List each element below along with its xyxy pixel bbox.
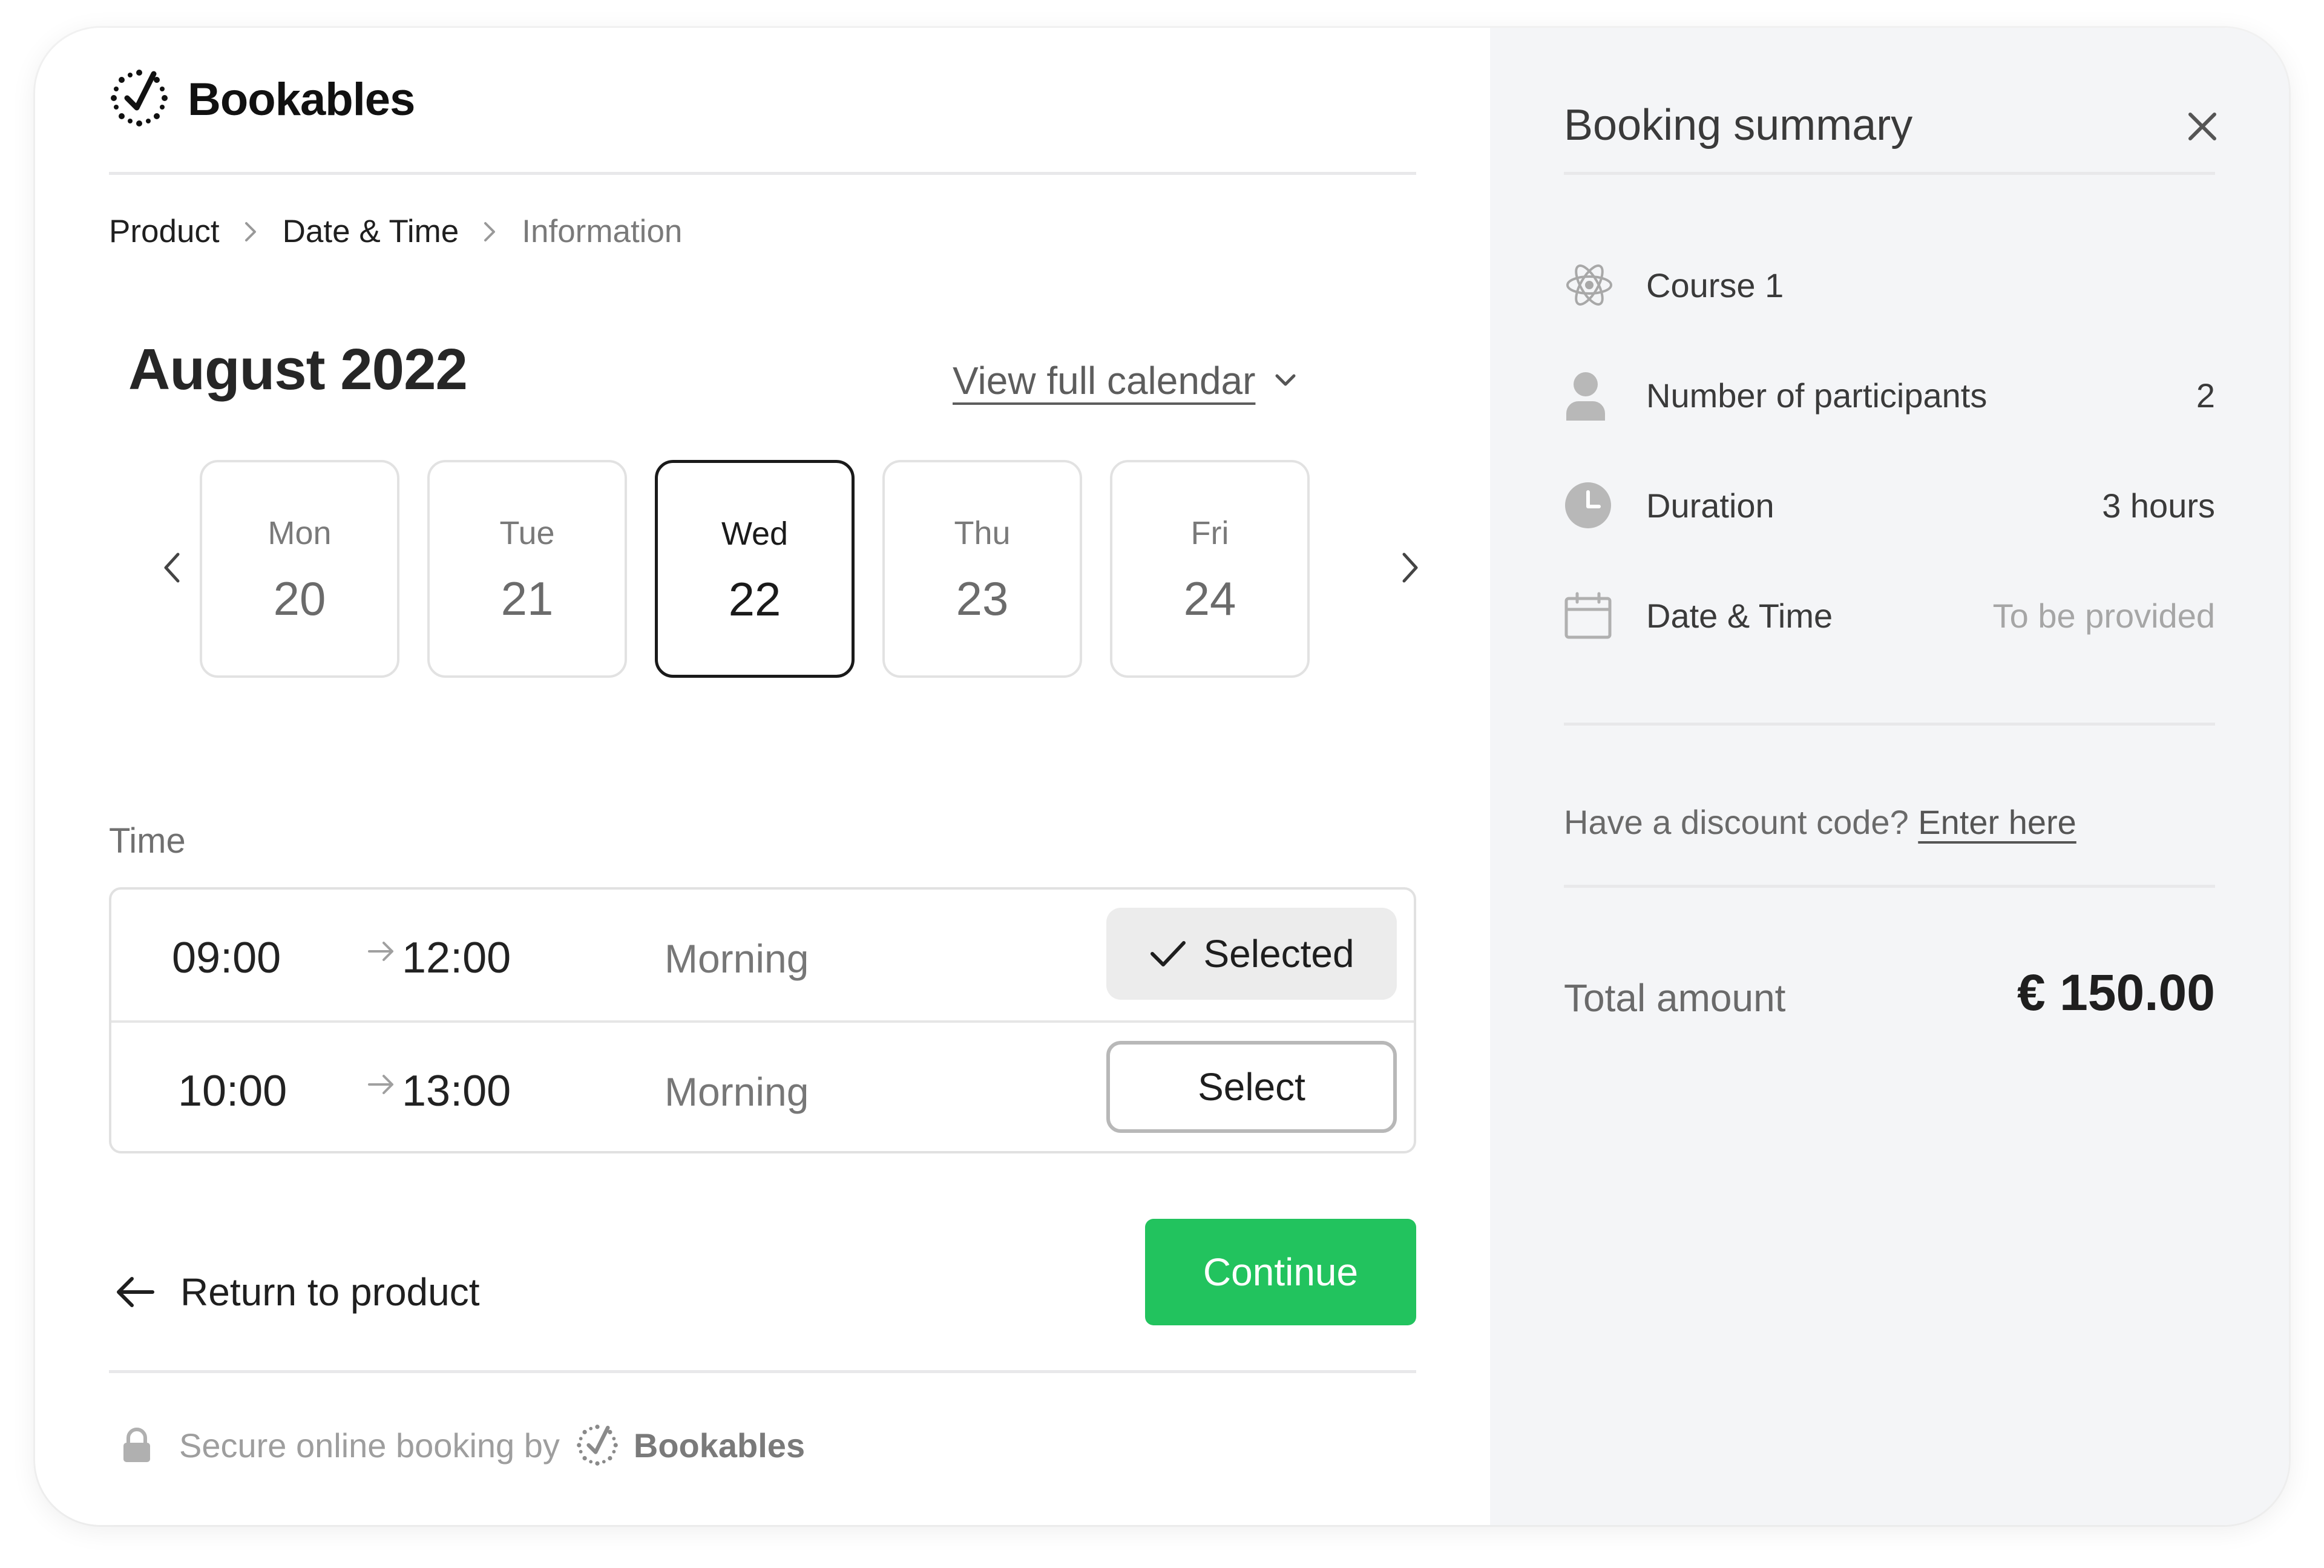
time-section-label: Time: [109, 821, 186, 861]
previous-days-button[interactable]: [148, 545, 196, 593]
day-number: 21: [501, 572, 554, 625]
day-weekday: Thu: [954, 515, 1011, 551]
footer-brand: Bookables: [633, 1426, 806, 1465]
enter-discount-link[interactable]: Enter here: [1918, 803, 2076, 841]
next-days-button[interactable]: [1386, 545, 1434, 593]
booking-card: Bookables Product Date & Time Informatio…: [35, 28, 2289, 1525]
summary-row-participants: Number of participants 2: [1564, 362, 2215, 428]
day-weekday: Tue: [499, 515, 555, 551]
chevron-right-icon: [482, 220, 499, 244]
discount-prompt-text: Have a discount code?: [1564, 803, 1909, 841]
day-number: 22: [728, 572, 781, 626]
summary-row-label: Course 1: [1646, 266, 1784, 304]
slot-button-label: Select: [1198, 1065, 1305, 1109]
summary-row-date-time: Date & Time To be provided: [1564, 582, 2215, 649]
day-weekday: Wed: [721, 516, 789, 552]
summary-row-label: Duration: [1646, 486, 1774, 525]
arrow-left-icon: [117, 1277, 154, 1307]
day-number: 24: [1183, 572, 1236, 625]
chevron-right-icon: [243, 220, 260, 244]
summary-row-label: Number of participants: [1646, 376, 1988, 415]
day-card-mon[interactable]: Mon 20: [200, 460, 399, 678]
time-slot-list: 09:00 12:00 Morning Selected 10:00 13:00…: [109, 887, 1416, 1153]
slot-end-time: 13:00: [402, 1067, 511, 1115]
day-number: 23: [956, 572, 1009, 625]
summary-row-value: To be provided: [1992, 596, 2215, 635]
summary-divider: [1564, 723, 2215, 726]
clock-icon: [1564, 481, 1616, 530]
day-card-wed-selected[interactable]: Wed 22: [655, 460, 855, 678]
header-divider: [109, 172, 1416, 175]
booking-summary-panel: Booking summary Course 1 Number of parti…: [1490, 28, 2289, 1525]
slot-period: Morning: [665, 936, 809, 981]
chevron-right-icon: [1399, 551, 1421, 588]
arrow-right-icon: [364, 934, 398, 971]
day-number: 20: [273, 572, 326, 625]
secure-booking-footer: Secure online booking by Bookables: [120, 1423, 805, 1467]
day-weekday: Mon: [268, 515, 332, 551]
calendar-icon: [1564, 591, 1616, 640]
time-slot-row: 10:00 13:00 Morning Select: [111, 1020, 1414, 1151]
return-label: Return to product: [180, 1270, 480, 1314]
breadcrumb-product[interactable]: Product: [109, 213, 220, 250]
return-to-product-button[interactable]: Return to product: [114, 1270, 480, 1314]
arrow-right-icon: [364, 1068, 398, 1104]
total-amount-label: Total amount: [1564, 976, 1786, 1020]
breadcrumb-date-time[interactable]: Date & Time: [283, 213, 459, 250]
bookables-logo-icon: [576, 1423, 619, 1467]
slot-end-time: 12:00: [402, 934, 511, 982]
breadcrumb: Product Date & Time Information: [109, 213, 682, 250]
summary-row-course: Course 1: [1564, 252, 2215, 318]
course-icon: [1564, 260, 1616, 310]
day-weekday: Fri: [1190, 515, 1229, 551]
footer-text: Secure online booking by: [179, 1426, 560, 1465]
time-slot-row: 09:00 12:00 Morning Selected: [111, 890, 1414, 1020]
footer-divider: [109, 1370, 1416, 1373]
continue-label: Continue: [1203, 1250, 1359, 1294]
slot-selected-button[interactable]: Selected: [1106, 908, 1397, 1000]
total-divider: [1564, 885, 2215, 888]
total-amount-value: € 150.00: [2017, 964, 2215, 1021]
view-full-calendar-link[interactable]: View full calendar: [953, 358, 1298, 403]
user-icon: [1564, 370, 1616, 421]
brand-name: Bookables: [188, 74, 415, 125]
brand-logo: Bookables: [109, 68, 415, 131]
summary-row-value: 2: [2196, 376, 2215, 415]
summary-row-value: 3 hours: [2102, 486, 2215, 525]
month-label: August 2022: [128, 337, 468, 402]
day-picker: Mon 20 Tue 21 Wed 22 Thu 23 Fri 24: [200, 460, 1310, 678]
slot-start-time: 09:00: [172, 934, 281, 982]
slot-start-time: 10:00: [178, 1067, 287, 1115]
discount-prompt: Have a discount code? Enter here: [1564, 802, 2076, 842]
slot-period: Morning: [665, 1069, 809, 1114]
chevron-left-icon: [161, 551, 183, 588]
checkmark-icon: [1151, 941, 1186, 966]
booking-main-panel: Bookables Product Date & Time Informatio…: [35, 28, 1490, 1525]
close-button[interactable]: [2181, 105, 2224, 148]
lock-icon: [120, 1427, 154, 1463]
day-card-thu[interactable]: Thu 23: [882, 460, 1082, 678]
chevron-down-icon: [1273, 372, 1298, 389]
day-card-fri[interactable]: Fri 24: [1110, 460, 1310, 678]
slot-button-label: Selected: [1203, 932, 1354, 976]
breadcrumb-information[interactable]: Information: [522, 213, 682, 250]
slot-select-button[interactable]: Select: [1106, 1041, 1397, 1133]
summary-row-label: Date & Time: [1646, 596, 1833, 635]
summary-header-divider: [1564, 172, 2215, 175]
close-icon: [2188, 113, 2216, 140]
bookables-logo-icon: [109, 68, 169, 131]
day-card-tue[interactable]: Tue 21: [427, 460, 627, 678]
summary-row-duration: Duration 3 hours: [1564, 472, 2215, 539]
view-full-calendar-label: View full calendar: [953, 359, 1256, 402]
summary-title: Booking summary: [1564, 101, 1913, 149]
continue-button[interactable]: Continue: [1145, 1219, 1416, 1325]
